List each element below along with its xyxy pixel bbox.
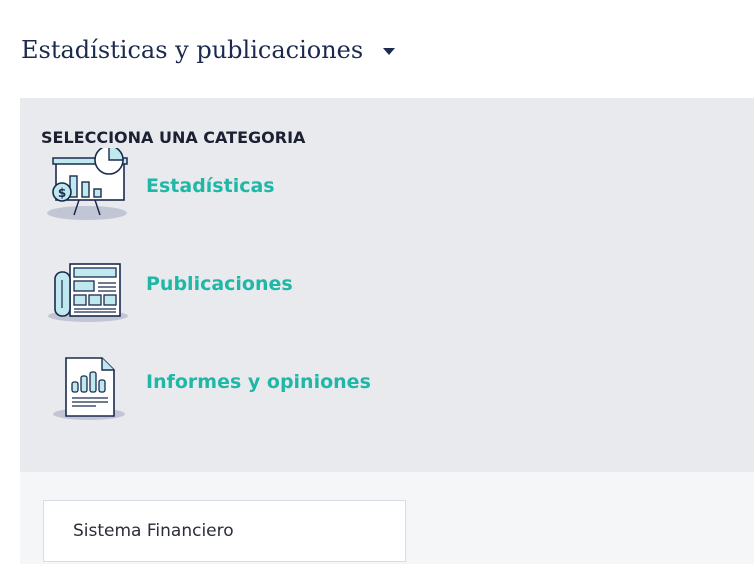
report-document-icon [53,357,125,420]
section-header[interactable]: Estadísticas y publicaciones [21,36,396,64]
presentation-chart-icon: $ [47,148,128,220]
category-label: Publicaciones [146,273,293,295]
select-value: Sistema Financiero [73,521,234,541]
financial-system-select[interactable]: Sistema Financiero [43,500,406,562]
filter-area: Sistema Financiero [20,472,754,564]
category-informes-opiniones[interactable]: Informes y opiniones [46,344,371,420]
category-publicaciones[interactable]: Publicaciones [46,246,293,322]
category-panel: SELECCIONA UNA CATEGORIA $ Estadísticas [20,98,754,472]
category-estadisticas[interactable]: $ Estadísticas [46,148,275,224]
category-label: Estadísticas [146,175,275,197]
svg-text:$: $ [58,186,66,200]
caret-down-icon[interactable] [383,47,396,55]
category-section-label: SELECCIONA UNA CATEGORIA [41,128,306,147]
page: Estadísticas y publicaciones SELECCIONA … [0,0,754,564]
newspaper-icon [48,263,128,322]
category-label: Informes y opiniones [146,371,371,393]
page-title: Estadísticas y publicaciones [21,36,364,64]
